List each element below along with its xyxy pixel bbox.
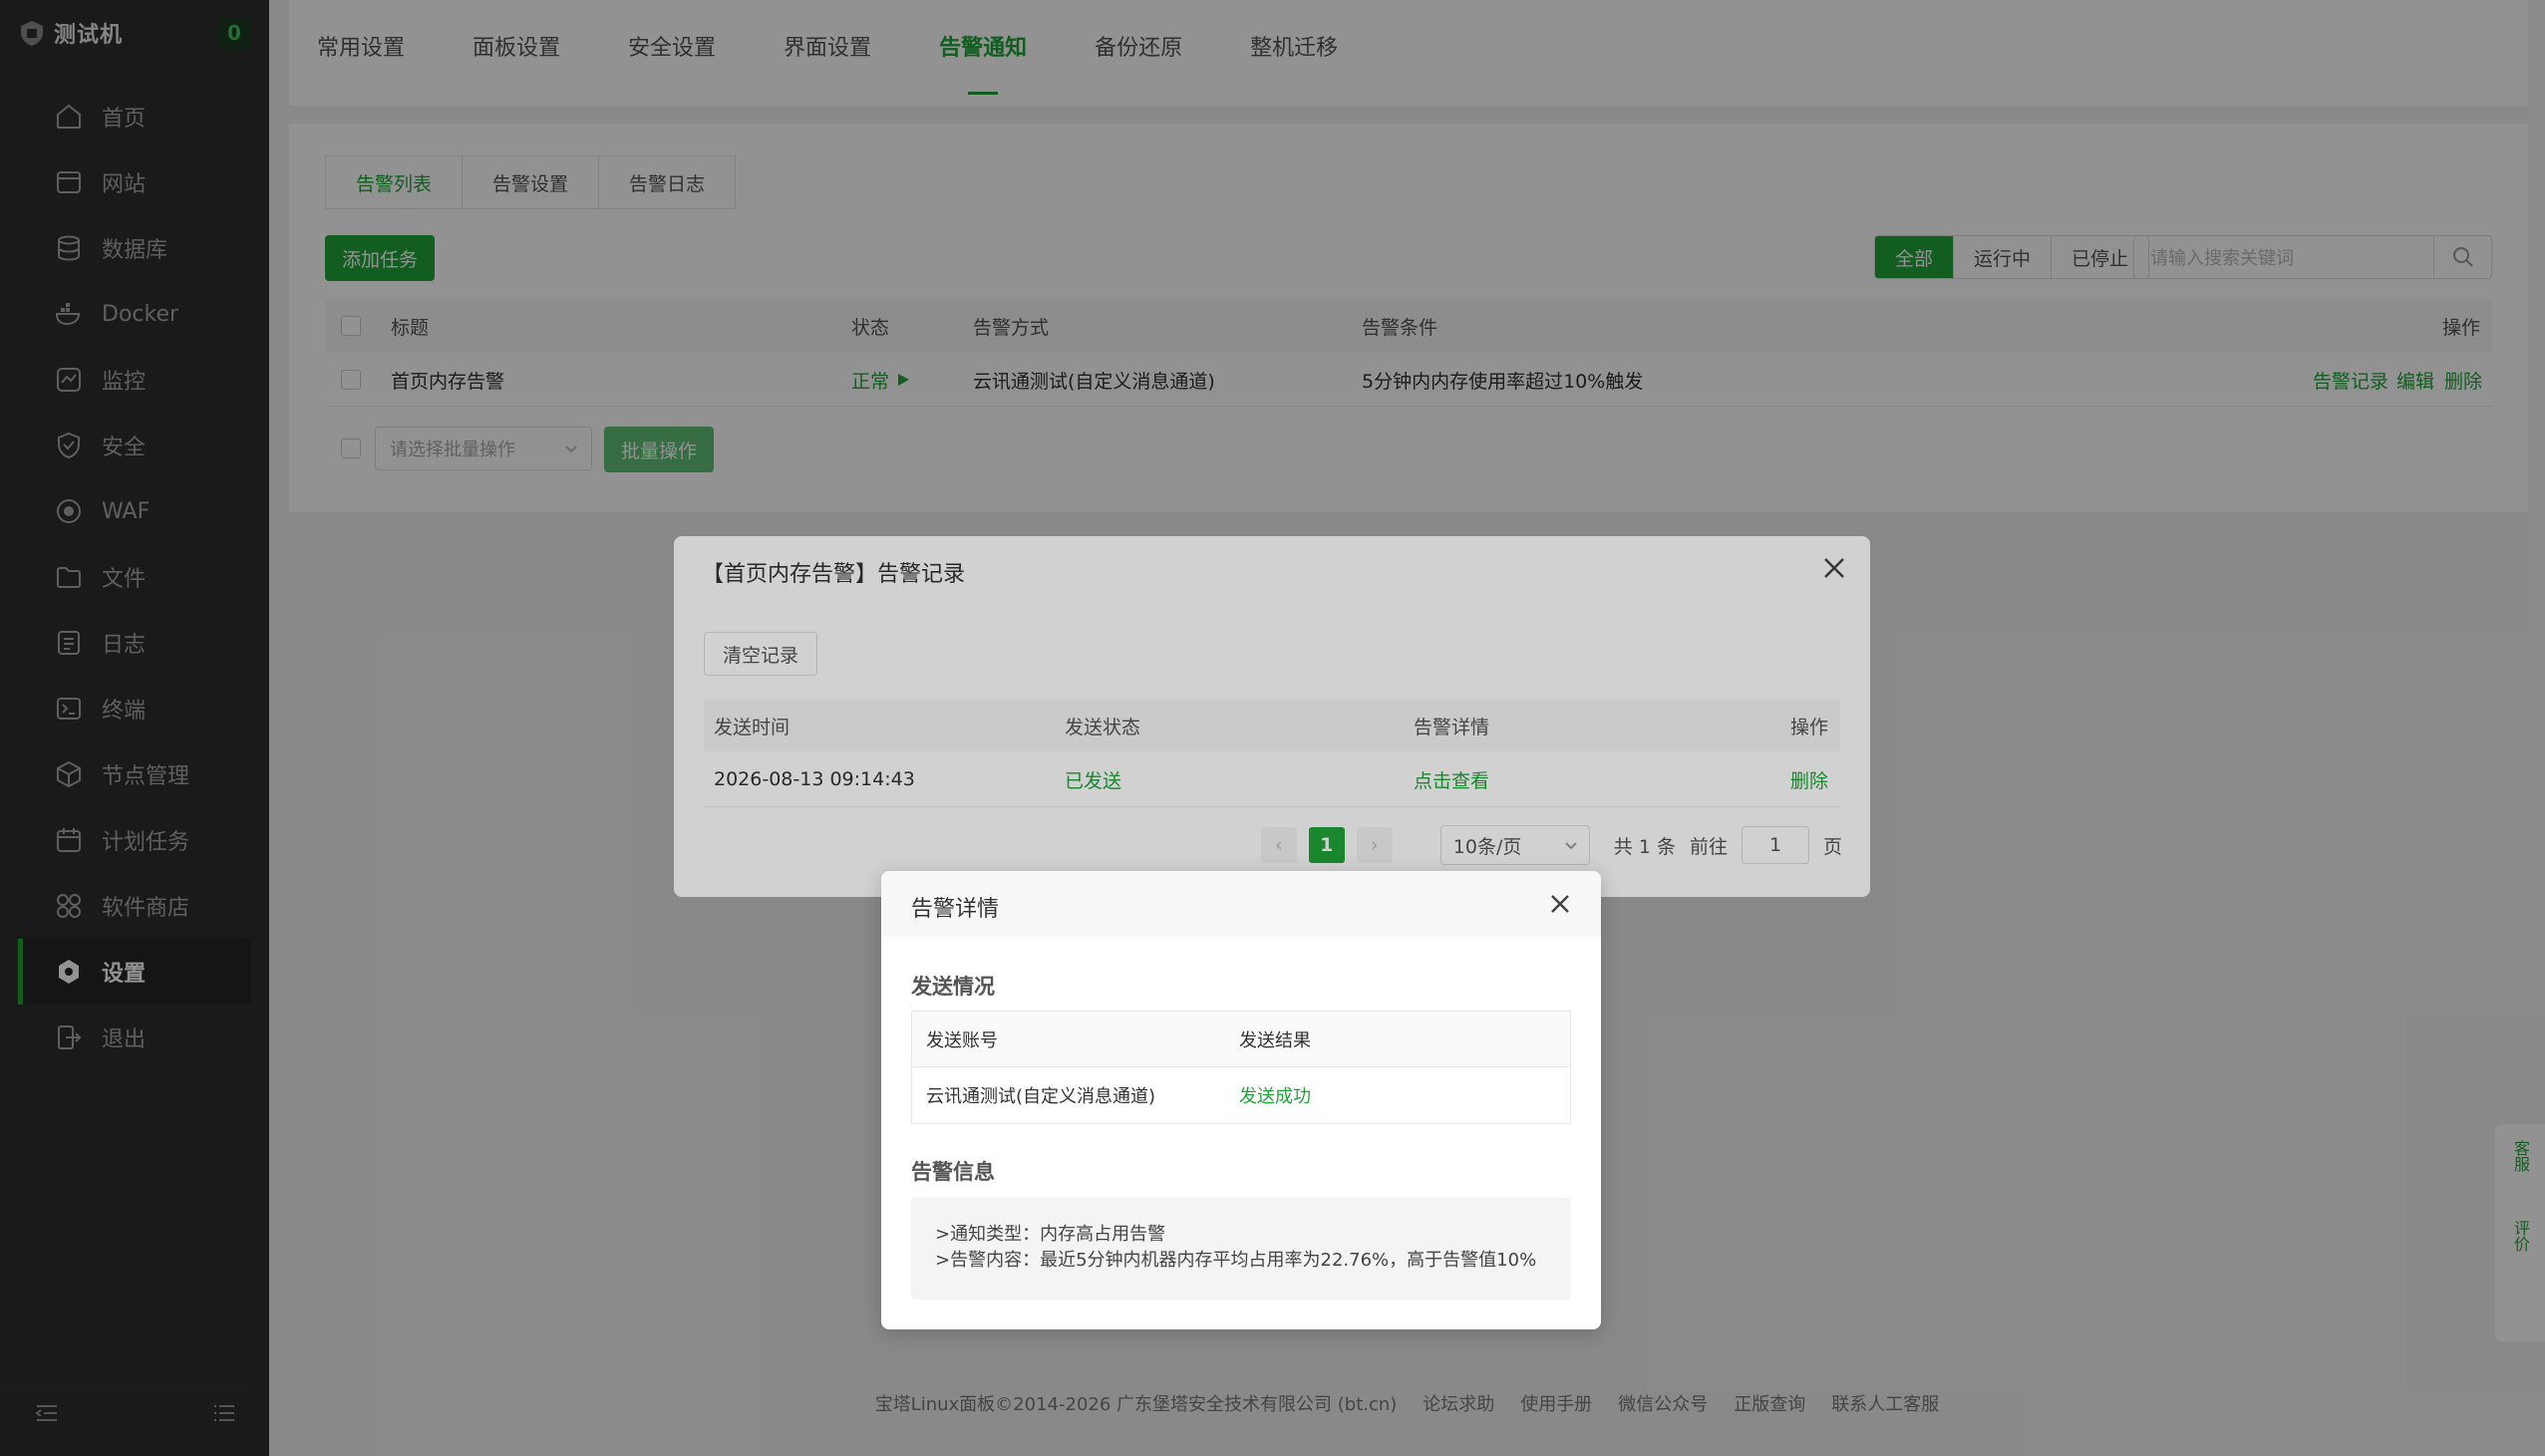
close-icon[interactable] <box>1545 889 1575 919</box>
alert-message-box: >通知类型：内存高占用告警 >告警内容：最近5分钟内机器内存平均占用率为22.7… <box>911 1198 1571 1300</box>
send-result: 发送成功 <box>1239 1086 1311 1107</box>
send-section-title: 发送情况 <box>911 975 995 999</box>
col-account: 发送账号 <box>926 1030 998 1051</box>
send-table: 发送账号 发送结果 云讯通测试(自定义消息通道) 发送成功 <box>911 1011 1571 1124</box>
notify-type-line: >通知类型：内存高占用告警 <box>935 1224 1166 1245</box>
dialog-title: 告警详情 <box>911 897 1000 922</box>
alert-content-line: >告警内容：最近5分钟内机器内存平均占用率为22.76%，高于告警值10% <box>935 1250 1537 1271</box>
send-account: 云讯通测试(自定义消息通道) <box>926 1086 1156 1107</box>
table-row: 云讯通测试(自定义消息通道) 发送成功 <box>912 1067 1570 1123</box>
info-section-title: 告警信息 <box>911 1160 995 1184</box>
alert-detail-dialog: 告警详情 发送情况 发送账号 发送结果 云讯通测试(自定义消息通道) 发送成功 … <box>881 871 1601 1329</box>
col-result: 发送结果 <box>1239 1030 1311 1051</box>
send-table-header: 发送账号 发送结果 <box>912 1012 1570 1067</box>
